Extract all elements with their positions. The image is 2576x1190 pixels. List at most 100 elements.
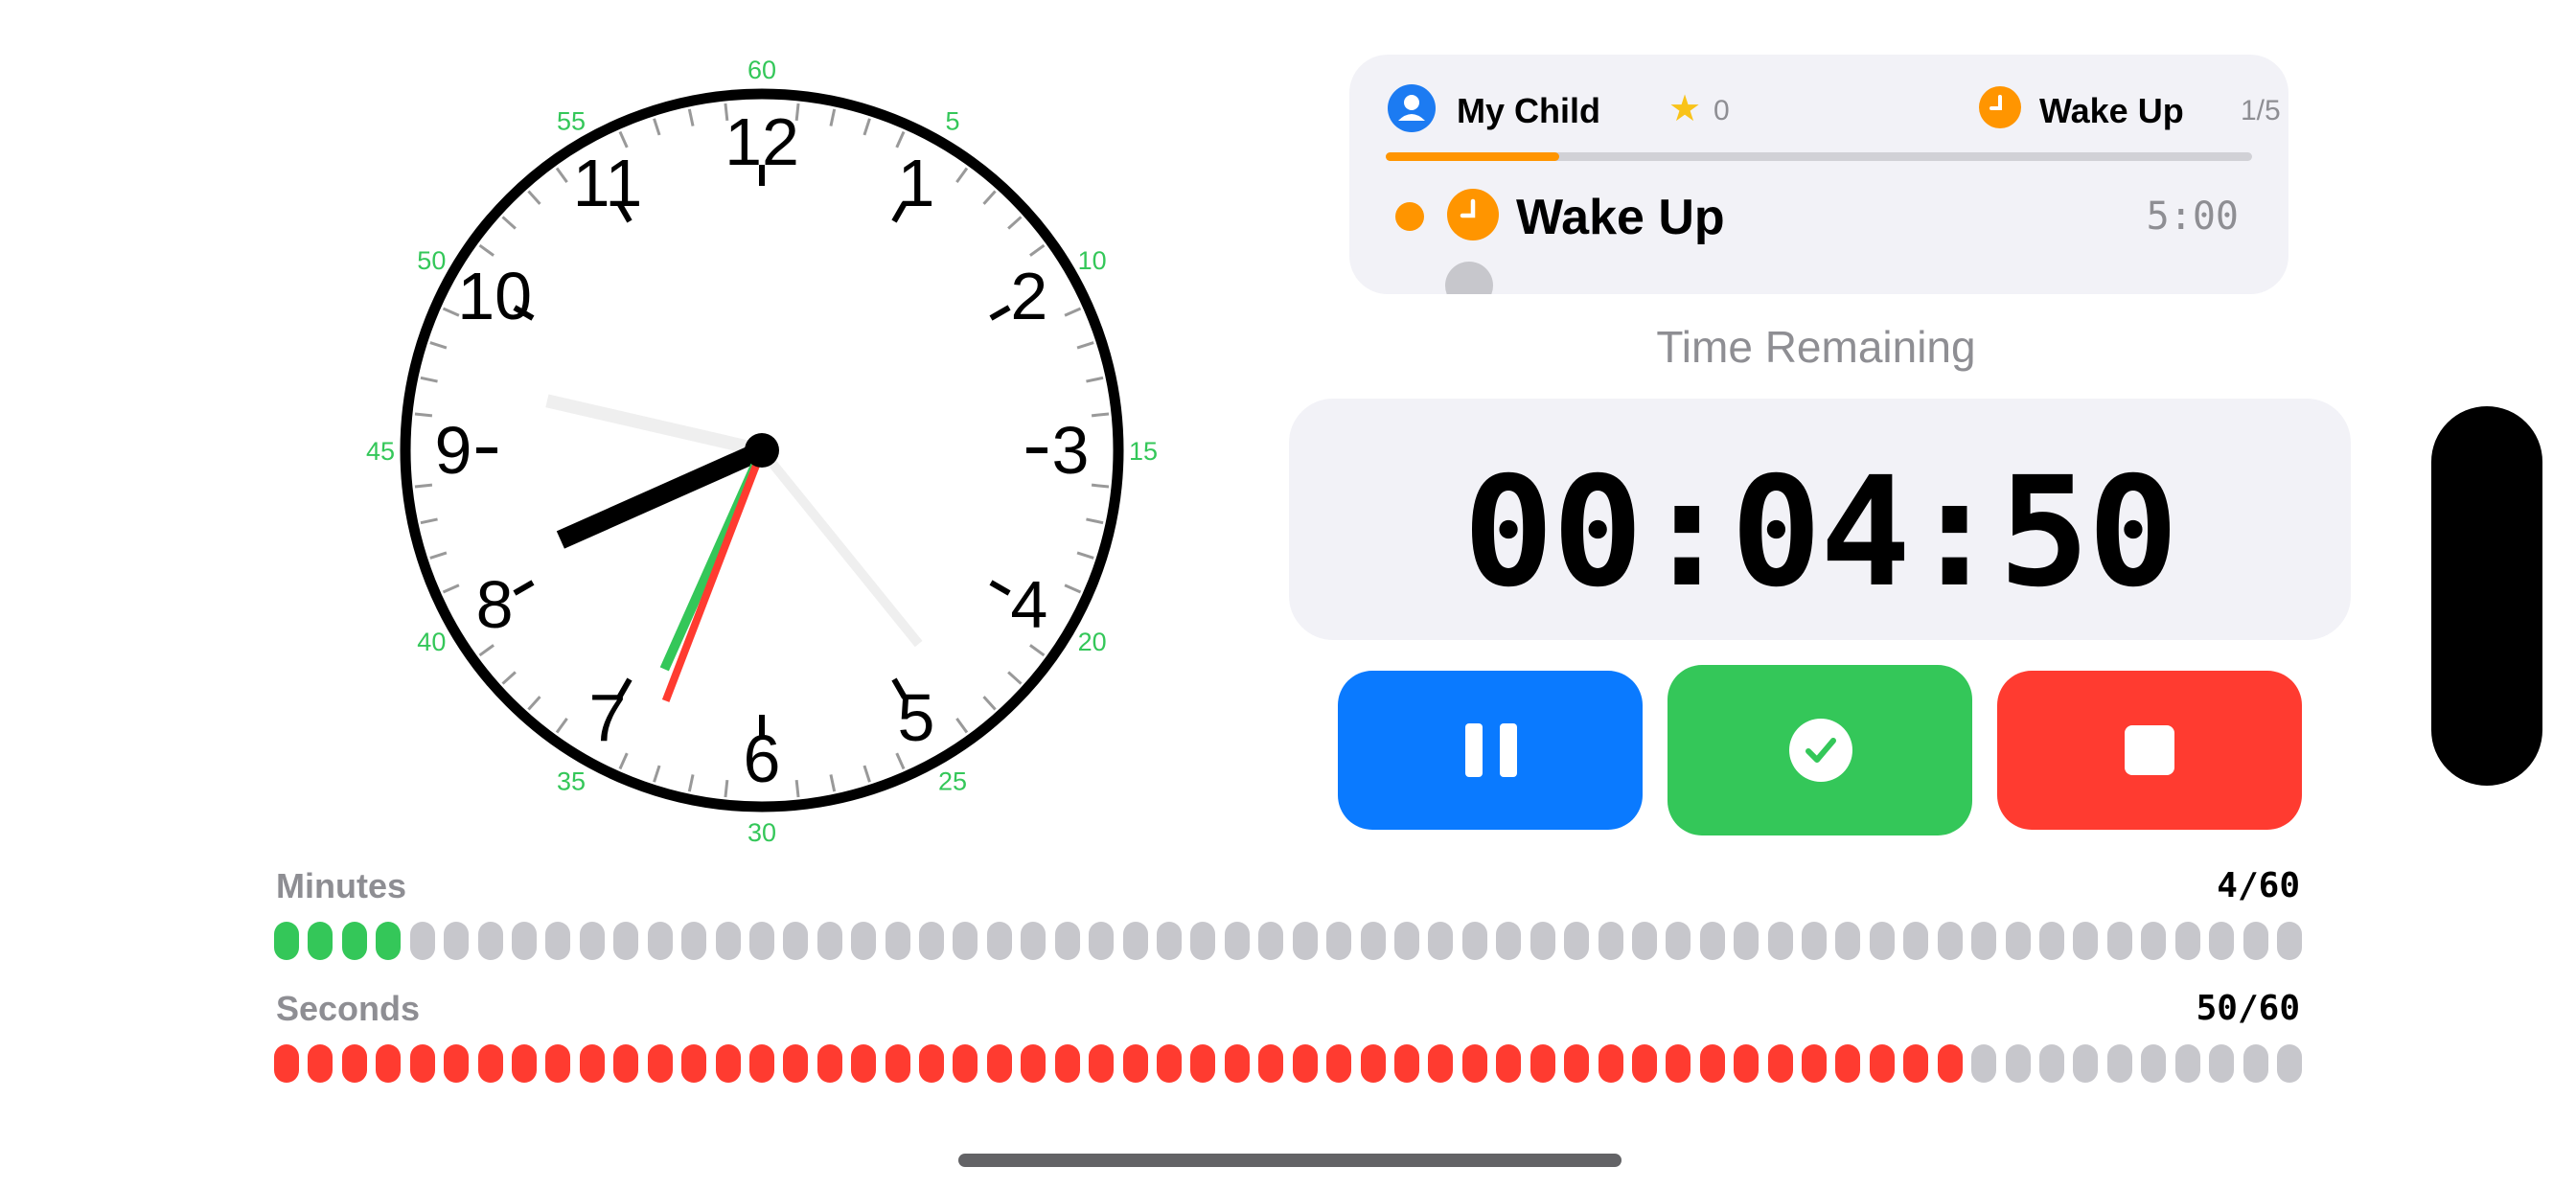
hour-numeral: 7 — [589, 680, 627, 755]
meter-segment — [511, 1044, 537, 1083]
meter-segment — [2073, 922, 2099, 960]
minute-numeral: 5 — [945, 106, 959, 135]
meter-segment — [1393, 1044, 1419, 1083]
meter-segment — [816, 922, 842, 960]
routine-header: My Child ★ 0 Wake Up 1/5 — [1388, 81, 2281, 135]
meter-segment — [341, 922, 367, 960]
meter-segment — [851, 1044, 877, 1083]
timer-display: 00:04:50 — [1289, 399, 2351, 640]
meter-segment — [1869, 922, 1895, 960]
meter-segment — [1360, 1044, 1386, 1083]
meter-segment — [1360, 922, 1386, 960]
meter-segment — [274, 1044, 299, 1083]
meter-segment — [1937, 922, 1963, 960]
minute-numeral: 40 — [417, 628, 446, 656]
meter-segment — [919, 1044, 945, 1083]
meter-segment — [274, 922, 299, 960]
meter-segment — [1903, 1044, 1929, 1083]
home-indicator[interactable] — [958, 1154, 1622, 1167]
meter-segment — [444, 1044, 470, 1083]
meter-segment — [1734, 922, 1760, 960]
meter-segment — [1089, 1044, 1115, 1083]
star-count: 0 — [1714, 95, 1730, 126]
minute-numeral: 45 — [366, 437, 395, 466]
analog-clock: 12 1 2 3 4 5 6 7 8 9 10 11 60 5 10 15 20 25 30 35 40 45 50 55 — [355, 48, 1169, 853]
meter-segment — [2005, 922, 2031, 960]
meter-segment — [1326, 922, 1352, 960]
minute-tick — [1091, 483, 1110, 489]
meter-segment — [477, 922, 503, 960]
hour-numeral: 12 — [724, 104, 799, 179]
meter-segment — [376, 922, 402, 960]
pause-button[interactable] — [1338, 671, 1643, 830]
minutes-label: Minutes — [276, 866, 407, 905]
meter-segment — [2277, 1044, 2302, 1083]
meter-segment — [1835, 1044, 1861, 1083]
minute-tick — [414, 483, 433, 489]
meter-segment — [2209, 1044, 2235, 1083]
meter-segment — [2277, 922, 2302, 960]
meter-segment — [409, 1044, 435, 1083]
minutes-count: 4/60 — [2217, 866, 2300, 905]
meter-segment — [1903, 922, 1929, 960]
hour-numeral: 9 — [435, 413, 472, 488]
current-task-title: Wake Up — [2039, 91, 2184, 130]
meter-segment — [681, 922, 707, 960]
hour-numeral: 3 — [1052, 413, 1090, 488]
meter-segment — [1224, 922, 1250, 960]
meter-segment — [1428, 1044, 1454, 1083]
meter-segment — [2209, 922, 2235, 960]
meter-segment — [545, 1044, 571, 1083]
meter-segment — [1631, 1044, 1657, 1083]
meter-segment — [783, 922, 809, 960]
clock-icon — [1979, 86, 2021, 128]
task-duration: 5:00 — [2146, 195, 2239, 239]
meter-segment — [953, 1044, 978, 1083]
complete-task-button[interactable] — [1668, 665, 1972, 835]
meter-segment — [1598, 922, 1623, 960]
meter-segment — [715, 1044, 741, 1083]
meter-segment — [1021, 1044, 1046, 1083]
task-row-wake-up[interactable]: Wake Up 5:00 — [1395, 183, 2239, 246]
meter-segment — [613, 922, 639, 960]
stop-button[interactable] — [1997, 671, 2302, 830]
meter-segment — [409, 922, 435, 960]
minute-tick — [794, 779, 800, 798]
meter-segment — [1971, 1044, 1997, 1083]
meter-segment — [1054, 922, 1080, 960]
hour-numeral: 8 — [476, 567, 514, 642]
routine-card[interactable]: My Child ★ 0 Wake Up 1/5 Wake Up 5:00 — [1349, 55, 2288, 294]
routine-progress-bar — [1386, 152, 2252, 161]
meter-segment — [2174, 1044, 2200, 1083]
side-drag-handle[interactable] — [2431, 406, 2542, 786]
minute-numeral: 20 — [1078, 628, 1107, 656]
meter-segment — [647, 1044, 673, 1083]
meter-segment — [885, 922, 910, 960]
routine-progress-fill — [1386, 152, 1559, 161]
minute-numeral: 10 — [1078, 246, 1107, 275]
meter-segment — [1802, 922, 1828, 960]
minute-numeral: 30 — [748, 818, 776, 847]
meter-segment — [1869, 1044, 1895, 1083]
meter-segment — [816, 1044, 842, 1083]
meter-segment — [1971, 922, 1997, 960]
meter-segment — [783, 1044, 809, 1083]
meter-segment — [341, 1044, 367, 1083]
minute-tick — [724, 779, 729, 798]
meter-segment — [1089, 922, 1115, 960]
meter-segment — [851, 922, 877, 960]
meter-segment — [1428, 922, 1454, 960]
meter-segment — [579, 1044, 605, 1083]
meter-segment — [613, 1044, 639, 1083]
meter-segment — [2141, 1044, 2167, 1083]
person-icon[interactable] — [1388, 84, 1436, 132]
child-name: My Child — [1457, 91, 1600, 130]
checkmark-circle-icon — [1789, 719, 1852, 782]
meter-segment — [2242, 1044, 2268, 1083]
meter-segment — [444, 922, 470, 960]
task-counter: 1/5 — [2241, 95, 2281, 126]
meter-segment — [1326, 1044, 1352, 1083]
task-name: Wake Up — [1516, 190, 1725, 245]
meter-segment — [1292, 1044, 1318, 1083]
meter-segment — [1767, 922, 1793, 960]
